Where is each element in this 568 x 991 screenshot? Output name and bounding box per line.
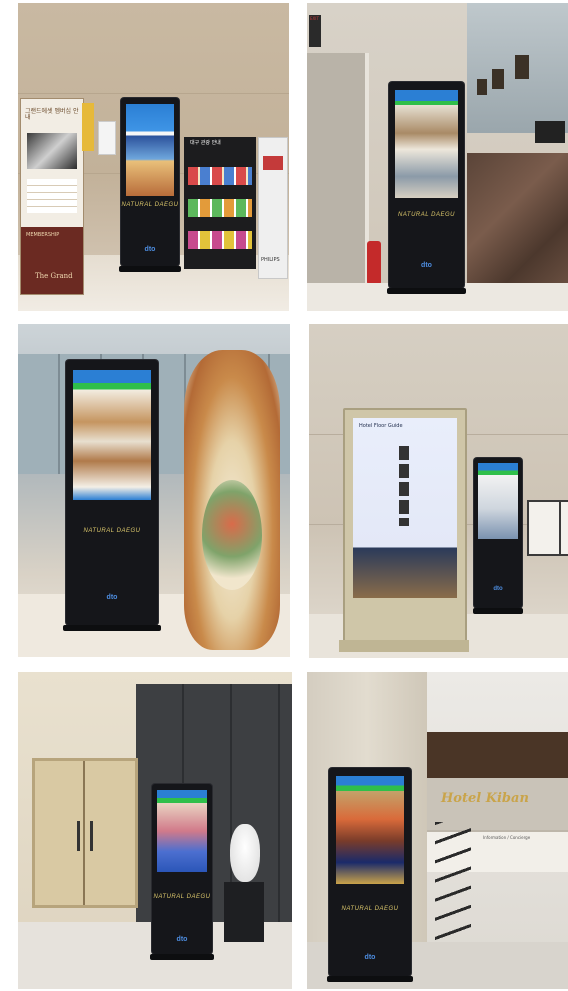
fire-extinguisher [367,241,381,285]
philips-label: PHILIPS [261,257,280,263]
poster-table [27,179,77,213]
white-sign [98,121,116,155]
photo-hotel-kiban-lobby-kiosk: Hotel Kiban Information / Concierge NATU… [307,672,568,989]
door-handle [77,821,80,851]
philips-stand: PHILIPS [258,137,288,279]
poster-title: 그랜드에셋 멤버십 안내 [25,108,79,121]
photo-lightbox-and-kiosk: Hotel Floor Guide dto [309,324,568,658]
kiosk-brand: dto [106,594,118,601]
doorway [307,53,369,283]
exit-label: EXIT [310,16,319,21]
kiosk-screen [395,90,458,198]
kiosk-base [150,954,214,960]
digital-signage-kiosk: NATURAL DAEGU dto [150,784,214,960]
red-label [263,156,283,170]
brochure-row [188,167,252,185]
kiosk-base [119,266,181,272]
brochure-row [188,199,252,217]
easel-board [559,500,568,556]
sculpture-pedestal [224,882,264,942]
kiosk-screen [73,370,151,500]
lightbox-foot [339,640,469,652]
poster-foot: MEMBERSHIP [26,232,60,238]
marble-reception-desk [467,153,568,293]
photo-kiosk-next-to-vase: NATURAL DAEGU dto [18,324,290,657]
kiosk-screen [125,104,175,196]
digital-signage-kiosk: dto [472,458,524,614]
kiosk-brand: dto [493,586,503,592]
kiosk-base [326,976,414,982]
digital-signage-kiosk: NATURAL DAEGU dto [326,768,414,982]
kiosk-brand: dto [176,936,188,943]
poster-lower-panel: MEMBERSHIP The Grand [21,227,83,294]
decorative-porcelain-vase [184,350,280,650]
pendant-lamp [515,55,529,79]
digital-signage-kiosk: NATURAL DAEGU dto [119,98,181,272]
pendant-lamp [492,69,504,89]
kiosk-screen [477,463,519,539]
floor-list-graphic [399,446,409,526]
yellow-sign [82,103,94,151]
kiosk-base [63,625,161,631]
brochure-rack: 대구 관광 안내 [184,137,256,269]
kiosk-logo: NATURAL DAEGU [341,906,399,912]
door-split [83,761,85,905]
hotel-name-sign: Hotel Kiban [441,791,529,806]
poster-card-image [27,133,77,169]
membership-poster: 그랜드에셋 멤버십 안내 MEMBERSHIP The Grand [20,98,84,295]
photo-kiosk-by-wooden-door: NATURAL DAEGU dto [18,672,292,989]
lightbox-screen: Hotel Floor Guide [353,418,457,598]
poster-brand: The Grand [35,272,73,280]
brochure-stand [435,822,471,942]
lightbox-stand: Hotel Floor Guide [339,408,469,652]
wall-seam [18,93,289,94]
wooden-double-door [32,758,138,908]
counter-label: Information / Concierge [483,835,531,840]
lightbox-title: Hotel Floor Guide [359,423,403,429]
kiosk-base [472,608,524,614]
white-sculpture [230,824,260,882]
kiosk-brand: dto [421,262,432,269]
rack-header: 대구 관광 안내 [190,140,221,146]
desk-monitor [535,121,565,143]
photo-hotel-front-desk-kiosk: EXIT NATURAL DAEGU dto [307,3,568,311]
brochure-row [188,231,252,249]
kiosk-logo: NATURAL DAEGU [83,528,141,534]
digital-signage-kiosk: NATURAL DAEGU dto [386,82,467,294]
kiosk-brand: dto [364,954,376,961]
kiosk-screen [335,776,405,884]
door-handle [90,821,93,851]
kiosk-screen [156,790,208,872]
kiosk-brand: dto [144,246,156,253]
vase-panel-painting [202,480,262,590]
exit-sign: EXIT [309,15,321,47]
kiosk-base [386,288,467,294]
photo-lobby-kiosk-with-brochure-rack: 그랜드에셋 멤버십 안내 MEMBERSHIP The Grand NATURA… [18,3,289,311]
kiosk-logo: NATURAL DAEGU [398,212,455,218]
kiosk-logo: NATURAL DAEGU [153,894,211,900]
pendant-lamp [477,79,487,95]
digital-signage-kiosk: NATURAL DAEGU dto [63,360,161,631]
wood-wall [427,732,568,778]
kiosk-logo: NATURAL DAEGU [121,202,179,208]
